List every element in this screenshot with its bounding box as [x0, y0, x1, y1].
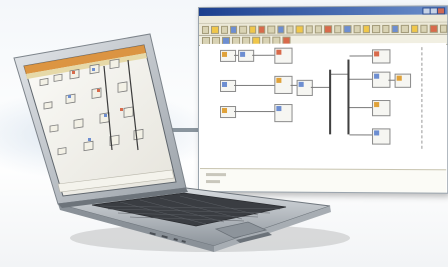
laptop	[0, 0, 448, 267]
laptop-illustration	[13, 33, 350, 252]
